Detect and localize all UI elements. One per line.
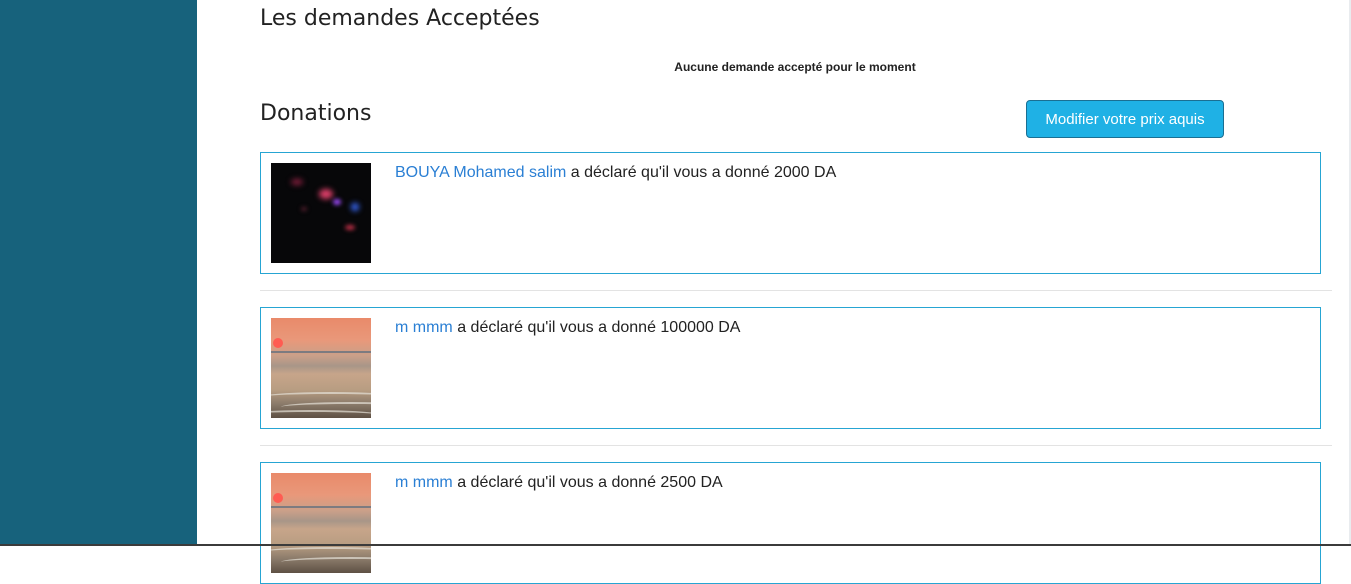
divider xyxy=(260,290,1332,291)
donation-card: BOUYA Mohamed salim a déclaré qu'il vous… xyxy=(260,152,1321,274)
donation-card: m mmm a déclaré qu'il vous a donné 2500 … xyxy=(260,462,1321,584)
divider xyxy=(260,445,1332,446)
donation-message: a déclaré qu'il vous a donné 100000 DA xyxy=(452,319,741,336)
donation-text: m mmm a déclaré qu'il vous a donné 2500 … xyxy=(395,474,723,492)
no-accepted-requests-message: Aucune demande accepté pour le moment xyxy=(674,60,916,74)
donation-text: BOUYA Mohamed salim a déclaré qu'il vous… xyxy=(395,164,836,182)
sidebar xyxy=(0,0,197,546)
accepted-requests-title: Les demandes Acceptées xyxy=(260,6,540,31)
donation-text: m mmm a déclaré qu'il vous a donné 10000… xyxy=(395,319,740,337)
donation-message: a déclaré qu'il vous a donné 2500 DA xyxy=(452,474,723,491)
donor-name-link[interactable]: m mmm xyxy=(395,319,453,336)
modify-price-button[interactable]: Modifier votre prix aquis xyxy=(1026,100,1224,138)
donation-message: a déclaré qu'il vous a donné 2000 DA xyxy=(566,164,837,181)
donor-photo xyxy=(271,473,371,573)
donation-card: m mmm a déclaré qu'il vous a donné 10000… xyxy=(260,307,1321,429)
donor-name-link[interactable]: m mmm xyxy=(395,474,453,491)
main-content: Les demandes Acceptées Aucune demande ac… xyxy=(260,0,1332,584)
donations-title: Donations xyxy=(260,101,372,126)
donor-photo xyxy=(271,318,371,418)
donor-name-link[interactable]: BOUYA Mohamed salim xyxy=(395,164,566,181)
donor-photo xyxy=(271,163,371,263)
